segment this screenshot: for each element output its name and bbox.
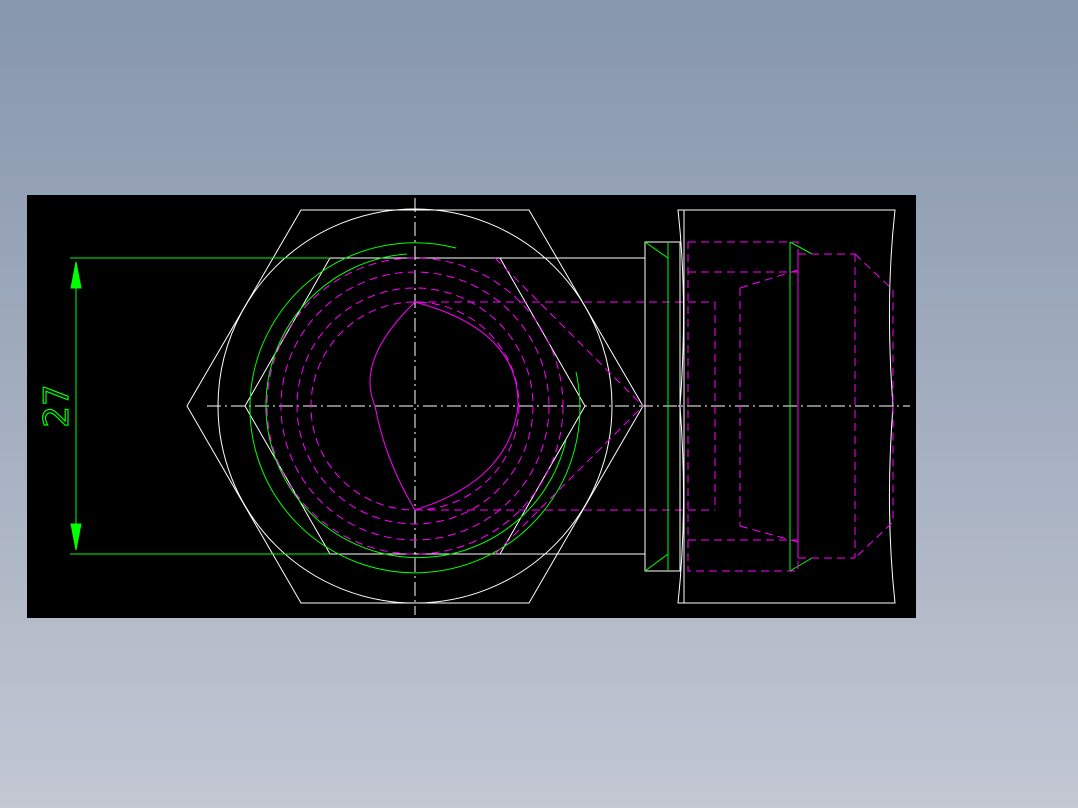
chamfer-bottom-right <box>789 557 813 572</box>
dimension-value-label: 27 <box>37 384 77 427</box>
hidden-taper-top <box>494 257 644 407</box>
arrowhead-bottom <box>70 523 82 551</box>
chamfer-top-left <box>644 241 669 259</box>
chamfer-bottom-left <box>644 553 669 572</box>
hidden-circle-4 <box>310 301 520 511</box>
hidden-taper-top-side <box>739 269 799 289</box>
chamfer-top-right <box>789 241 813 255</box>
hidden-taper-bottom <box>494 405 644 555</box>
arrowhead-top <box>70 261 82 289</box>
cad-drawing: 27 <box>36 198 910 615</box>
